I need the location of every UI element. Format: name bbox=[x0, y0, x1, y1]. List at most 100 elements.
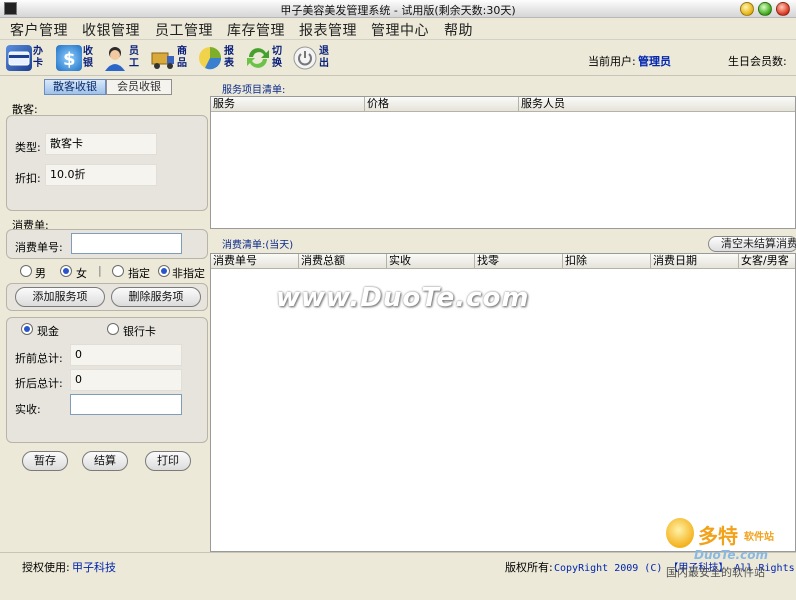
copyright-label: 版权所有: bbox=[505, 561, 553, 574]
menu-admin[interactable]: 管理中心 bbox=[371, 20, 429, 40]
clear-unsettled-button[interactable]: 清空未结算消费 bbox=[708, 236, 796, 252]
toolbar-card-label: 办卡 bbox=[33, 46, 43, 69]
remove-service-button[interactable]: 删除服务项 bbox=[111, 287, 201, 307]
list-panel: 服务项目清单: 服务 价格 服务人员 消费清单:(当天) 清空未结算消费 消费单… bbox=[210, 77, 796, 552]
assigned-radio[interactable] bbox=[112, 265, 124, 277]
cash-label: 现金 bbox=[37, 325, 59, 338]
toolbar-staff-button[interactable]: 员工 bbox=[102, 44, 152, 74]
male-label: 男 bbox=[35, 267, 46, 280]
toolbar: 办卡 $ 收银 员工 商品 报表 切换 退出 当前用户: 管理员 生日会员数: bbox=[0, 40, 796, 76]
window-title: 甲子美容美发管理系统 - 试用版(剩余天数:30天) bbox=[280, 4, 516, 17]
discount-value: 10.0折 bbox=[45, 164, 157, 186]
toolbar-exit-label: 退出 bbox=[319, 46, 329, 69]
order-no-label: 消费单号: bbox=[15, 241, 63, 254]
toolbar-exit-button[interactable]: 退出 bbox=[292, 44, 342, 74]
goods-icon bbox=[150, 45, 176, 71]
assigned-label: 指定 bbox=[128, 267, 150, 280]
service-buttons-group: 添加服务项 删除服务项 bbox=[6, 283, 208, 311]
logo-brand: 多特 bbox=[698, 524, 738, 548]
cash-radio[interactable] bbox=[21, 323, 33, 335]
post-total-label: 折后总计: bbox=[15, 377, 63, 390]
mascot-icon bbox=[666, 518, 694, 548]
female-radio[interactable] bbox=[60, 265, 72, 277]
toolbar-switch-button[interactable]: 切换 bbox=[245, 44, 295, 74]
toolbar-report-label: 报表 bbox=[224, 46, 234, 69]
consume-list-header: 消费单号 消费总额 实收 找零 扣除 消费日期 女客/男客 bbox=[211, 254, 795, 269]
toolbar-report-button[interactable]: 报表 bbox=[197, 44, 247, 74]
column-deduct[interactable]: 扣除 bbox=[563, 254, 651, 269]
toolbar-goods-button[interactable]: 商品 bbox=[150, 44, 200, 74]
menu-reports[interactable]: 报表管理 bbox=[299, 20, 357, 40]
toolbar-cashier-button[interactable]: $ 收银 bbox=[56, 44, 106, 74]
service-list-table[interactable]: 服务 价格 服务人员 bbox=[210, 96, 796, 229]
menu-bar: 客户管理 收银管理 员工管理 库存管理 报表管理 管理中心 帮助 bbox=[0, 18, 796, 40]
license-label: 授权使用: bbox=[22, 561, 70, 574]
title-bar: 甲子美容美发管理系统 - 试用版(剩余天数:30天) bbox=[0, 0, 796, 18]
bank-card-radio[interactable] bbox=[107, 323, 119, 335]
menu-customer[interactable]: 客户管理 bbox=[10, 20, 68, 40]
cashier-icon: $ bbox=[56, 45, 82, 71]
current-user-label: 当前用户: bbox=[588, 55, 636, 68]
service-list-title: 服务项目清单: bbox=[222, 85, 286, 96]
type-value: 散客卡 bbox=[45, 133, 157, 155]
column-date[interactable]: 消费日期 bbox=[651, 254, 739, 269]
staff-icon bbox=[102, 45, 128, 71]
pre-total-label: 折前总计: bbox=[15, 352, 63, 365]
post-total-value: 0 bbox=[70, 369, 182, 391]
unassigned-label: 非指定 bbox=[172, 267, 205, 280]
order-group: 消费单号: bbox=[6, 229, 208, 259]
toolbar-staff-label: 员工 bbox=[129, 46, 139, 69]
card-icon bbox=[6, 45, 32, 71]
column-paid[interactable]: 实收 bbox=[387, 254, 475, 269]
close-button[interactable] bbox=[776, 2, 790, 16]
paid-input[interactable] bbox=[70, 394, 182, 415]
birthday-members-label: 生日会员数: bbox=[728, 55, 787, 68]
menu-help[interactable]: 帮助 bbox=[444, 20, 473, 40]
logo-caption: 国内最安全的软件站 bbox=[666, 566, 765, 579]
consume-list-title: 消费清单:(当天) bbox=[222, 240, 294, 251]
column-change[interactable]: 找零 bbox=[475, 254, 563, 269]
switch-icon bbox=[245, 45, 271, 71]
column-total[interactable]: 消费总额 bbox=[299, 254, 387, 269]
tab-walkin-cashier[interactable]: 散客收银 bbox=[44, 79, 106, 95]
menu-inventory[interactable]: 库存管理 bbox=[227, 20, 285, 40]
menu-cashier[interactable]: 收银管理 bbox=[82, 20, 140, 40]
bank-card-label: 银行卡 bbox=[123, 325, 156, 338]
toolbar-cashier-label: 收银 bbox=[83, 46, 93, 69]
logo-brand-suffix: 软件站 bbox=[744, 532, 774, 543]
type-label: 类型: bbox=[15, 141, 41, 154]
report-icon bbox=[197, 45, 223, 71]
duote-logo-watermark: 多特 软件站 DuoTe.com 国内最安全的软件站 bbox=[664, 518, 796, 582]
power-icon bbox=[292, 45, 318, 71]
paid-label: 实收: bbox=[15, 403, 41, 416]
column-staff[interactable]: 服务人员 bbox=[519, 97, 796, 112]
toolbar-switch-label: 切换 bbox=[272, 46, 282, 69]
column-price[interactable]: 价格 bbox=[365, 97, 519, 112]
customer-info-group: 类型: 散客卡 折扣: 10.0折 bbox=[6, 115, 208, 211]
print-button[interactable]: 打印 bbox=[145, 451, 191, 471]
add-service-button[interactable]: 添加服务项 bbox=[15, 287, 105, 307]
tab-member-cashier[interactable]: 会员收银 bbox=[106, 79, 172, 95]
male-radio[interactable] bbox=[20, 265, 32, 277]
cashier-panel: 散客收银 会员收银 散客: 类型: 散客卡 折扣: 10.0折 消费单: 消费单… bbox=[4, 77, 208, 552]
column-service[interactable]: 服务 bbox=[211, 97, 365, 112]
hold-button[interactable]: 暂存 bbox=[22, 451, 68, 471]
column-order-no[interactable]: 消费单号 bbox=[211, 254, 299, 269]
service-list-header: 服务 价格 服务人员 bbox=[211, 97, 795, 112]
menu-staff[interactable]: 员工管理 bbox=[155, 20, 213, 40]
checkout-button[interactable]: 结算 bbox=[82, 451, 128, 471]
payment-group: 现金 银行卡 折前总计: 0 折后总计: 0 实收: bbox=[6, 317, 208, 443]
female-label: 女 bbox=[76, 267, 87, 280]
maximize-button[interactable] bbox=[758, 2, 772, 16]
pre-total-value: 0 bbox=[70, 344, 182, 366]
column-gender[interactable]: 女客/男客 bbox=[739, 254, 796, 269]
minimize-button[interactable] bbox=[740, 2, 754, 16]
radio-divider: | bbox=[98, 264, 102, 277]
unassigned-radio[interactable] bbox=[158, 265, 170, 277]
svg-text:$: $ bbox=[63, 49, 76, 70]
toolbar-goods-label: 商品 bbox=[177, 46, 187, 69]
logo-url: DuoTe.com bbox=[694, 548, 768, 562]
toolbar-card-button[interactable]: 办卡 bbox=[6, 44, 56, 74]
license-value: 甲子科技 bbox=[72, 561, 116, 574]
order-no-input[interactable] bbox=[71, 233, 182, 254]
